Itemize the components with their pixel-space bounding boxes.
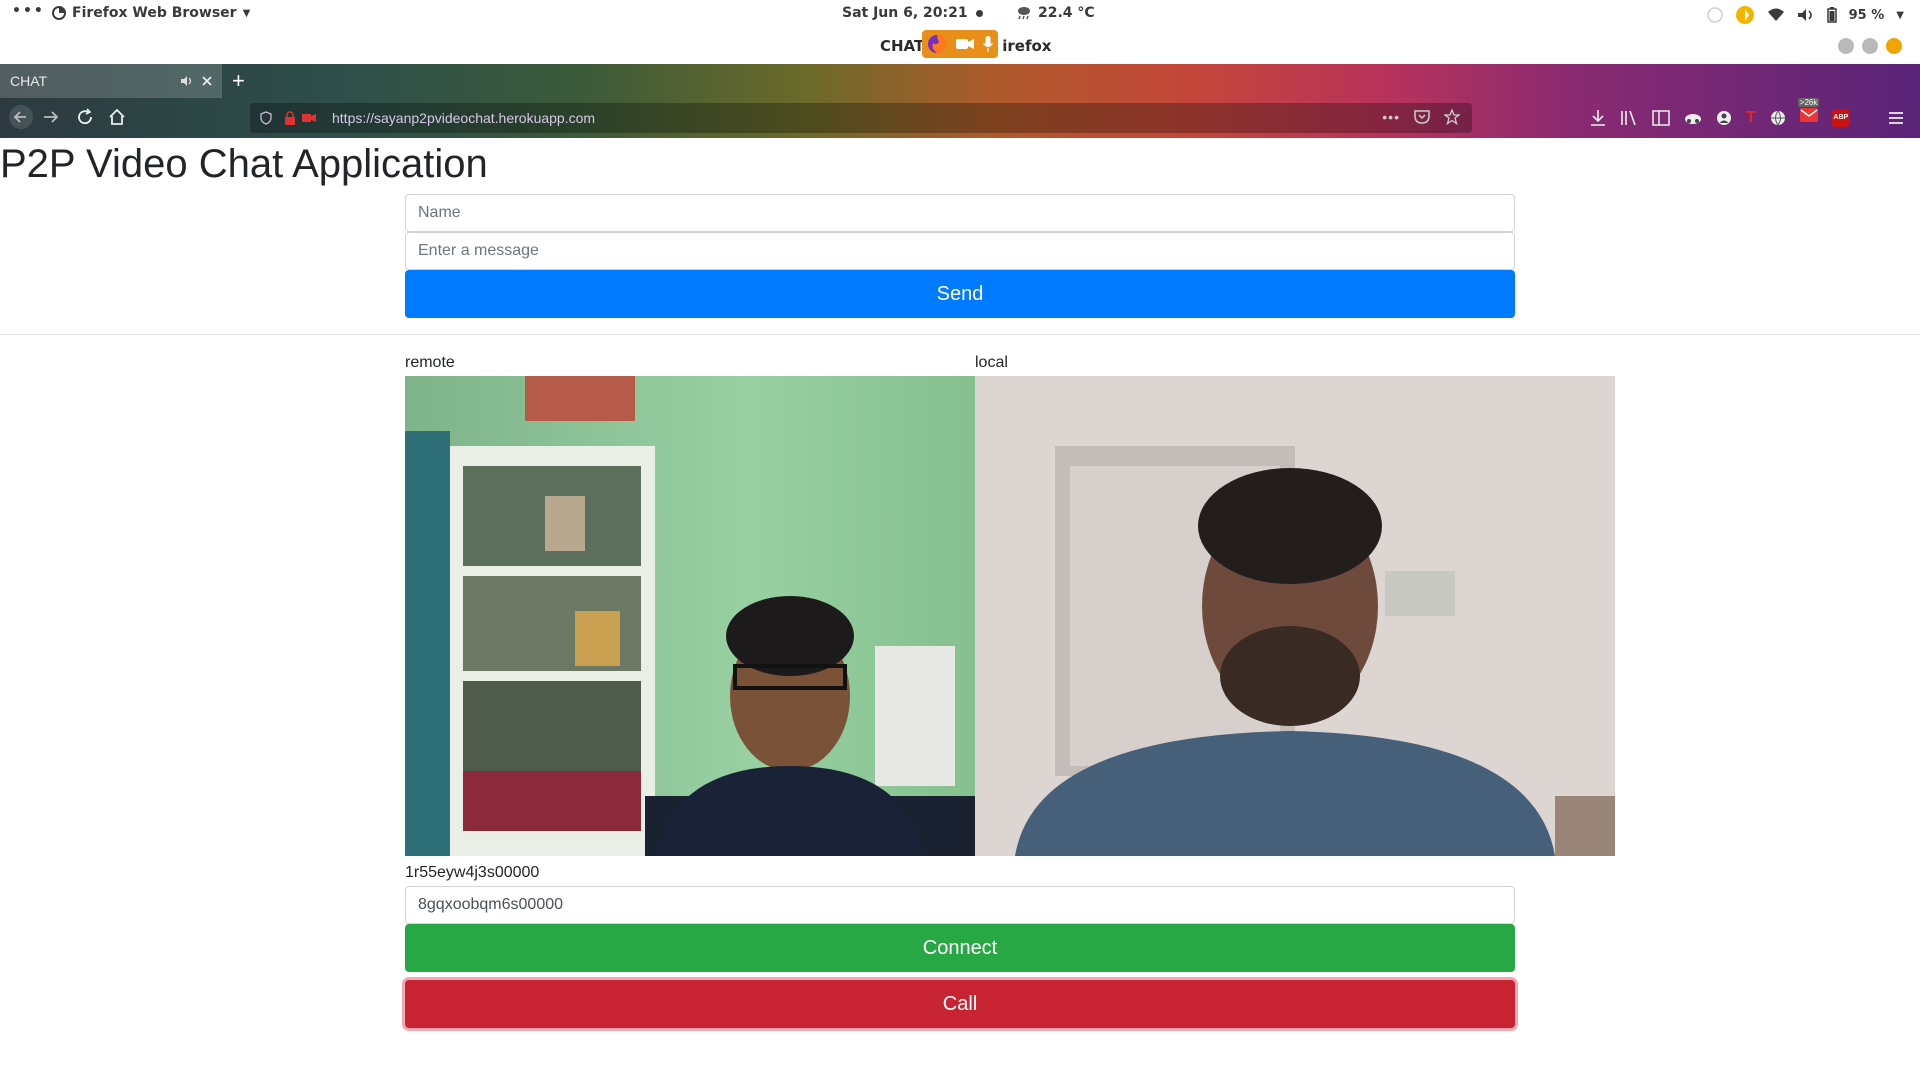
remote-video-frame <box>405 376 975 856</box>
section-divider <box>0 334 1920 335</box>
page-title: P2P Video Chat Application <box>0 142 488 186</box>
remote-video <box>405 376 975 856</box>
dropbox-icon[interactable] <box>1706 7 1723 23</box>
weather-indicator[interactable]: 22.4 °C <box>1016 5 1095 21</box>
forward-arrow-icon[interactable] <box>42 108 60 126</box>
camera-permission-icon[interactable] <box>302 113 316 123</box>
download-icon[interactable] <box>1590 109 1606 127</box>
page-content: P2P Video Chat Application Send remote l… <box>0 138 1920 1080</box>
close-tab-icon[interactable] <box>202 76 212 86</box>
rain-cloud-icon <box>1018 7 1030 20</box>
tab-chat[interactable]: CHAT <box>0 64 222 98</box>
mail-extension[interactable]: >26k <box>1797 98 1820 127</box>
camera-icon <box>955 39 974 49</box>
reload-icon[interactable] <box>76 108 94 126</box>
account-icon[interactable] <box>1716 110 1732 126</box>
globe-icon[interactable] <box>1770 110 1786 126</box>
name-input[interactable] <box>405 194 1515 232</box>
battery-icon[interactable] <box>1826 7 1837 23</box>
address-bar[interactable]: https://sayanp2pvideochat.herokuapp.com … <box>250 103 1472 133</box>
firefox-small-icon <box>52 6 66 20</box>
remote-peer-id-input[interactable] <box>405 886 1515 924</box>
chevron-down-icon: ▼ <box>242 7 251 19</box>
connect-button[interactable]: Connect <box>405 924 1515 972</box>
send-button[interactable]: Send <box>405 270 1515 318</box>
app-menu-label: Firefox Web Browser <box>72 5 237 21</box>
home-icon[interactable] <box>108 108 126 126</box>
window-titlebar: CHAT irefox <box>0 28 1920 64</box>
weather-text: 22.4 °C <box>1038 5 1095 21</box>
back-arrow-icon[interactable] <box>8 104 34 130</box>
sync-icon[interactable] <box>1684 110 1702 126</box>
lock-icon[interactable] <box>284 111 296 125</box>
wifi-icon[interactable] <box>1767 8 1785 22</box>
local-video <box>975 376 1615 856</box>
clock[interactable]: Sat Jun 6, 20:21 <box>842 5 983 21</box>
my-peer-id: 1r55eyw4j3s00000 <box>405 864 540 881</box>
close-window-button[interactable] <box>1886 38 1902 54</box>
navigation-toolbar: https://sayanp2pvideochat.herokuapp.com … <box>0 98 1920 138</box>
toolbar-extensions: T >26k ABP <box>1590 98 1904 127</box>
local-video-frame <box>975 376 1615 856</box>
system-tray[interactable]: 95 % ▼ <box>1706 5 1904 25</box>
hamburger-menu-icon[interactable] <box>1888 111 1904 125</box>
chevron-down-icon: ▼ <box>1896 9 1904 21</box>
adblock-icon[interactable]: ABP <box>1831 108 1850 127</box>
volume-icon[interactable] <box>1797 8 1815 22</box>
library-icon[interactable] <box>1620 110 1638 126</box>
pocket-icon[interactable] <box>1414 110 1430 124</box>
microphone-icon <box>983 36 994 52</box>
app-menu[interactable]: Firefox Web Browser ▼ <box>52 5 250 21</box>
mail-badge: >26k <box>1797 98 1820 107</box>
activities-button[interactable]: ••• <box>12 3 45 19</box>
url-text: https://sayanp2pvideochat.herokuapp.com <box>332 110 596 126</box>
maximize-button[interactable] <box>1862 38 1878 54</box>
local-video-label: local <box>975 354 1008 371</box>
battery-percent: 95 % <box>1848 7 1885 23</box>
update-icon[interactable] <box>1735 5 1755 25</box>
system-top-bar: ••• Firefox Web Browser ▼ Sat Jun 6, 20:… <box>0 0 1920 28</box>
shield-icon[interactable] <box>260 111 272 125</box>
extension-t-icon[interactable]: T <box>1746 109 1756 127</box>
call-button[interactable]: Call <box>405 980 1515 1028</box>
page-actions-icon[interactable]: ••• <box>1382 109 1400 125</box>
tab-label: CHAT <box>10 73 48 89</box>
minimize-button[interactable] <box>1838 38 1854 54</box>
tab-strip: CHAT + <box>0 64 1920 98</box>
notification-dot-icon <box>975 9 983 17</box>
sidebar-icon[interactable] <box>1652 109 1670 126</box>
message-input[interactable] <box>405 232 1515 270</box>
speaker-icon[interactable] <box>180 75 194 87</box>
clock-text: Sat Jun 6, 20:21 <box>842 5 968 21</box>
new-tab-plus-icon[interactable]: + <box>232 68 245 94</box>
mail-icon <box>1799 108 1818 122</box>
remote-video-label: remote <box>405 354 455 371</box>
firefox-logo-icon <box>927 35 946 53</box>
bookmark-star-icon[interactable] <box>1444 109 1460 125</box>
sharing-indicator[interactable] <box>922 30 998 58</box>
